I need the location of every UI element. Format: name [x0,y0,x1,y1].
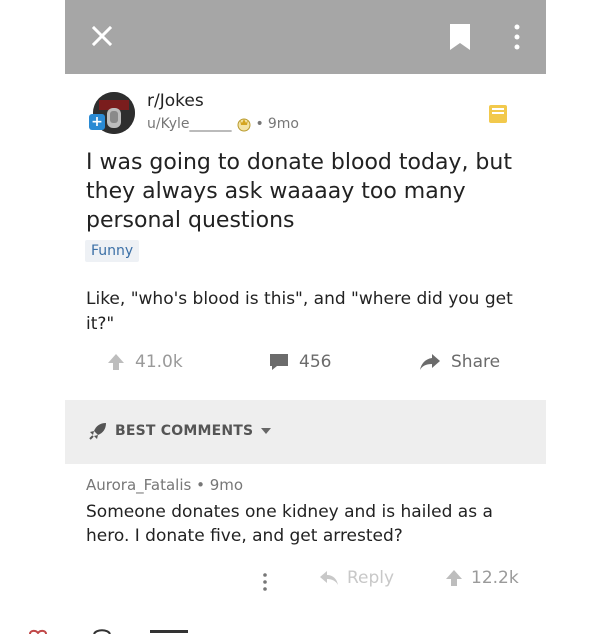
rocket-icon [89,423,106,440]
meta-dot: • [255,116,264,132]
share-button[interactable]: Share [419,352,500,372]
comment-author[interactable]: Aurora_Fatalis [86,476,191,494]
reply-button[interactable]: Reply [319,568,394,588]
reply-icon [320,571,338,585]
comments-button[interactable]: 456 [269,352,331,372]
comment-more-icon[interactable] [262,572,268,592]
close-icon[interactable] [91,25,113,47]
share-label: Share [451,352,501,372]
join-plus-icon[interactable]: + [89,114,105,130]
comment-sort-dropdown[interactable]: BEST COMMENTS [89,422,272,440]
subreddit-name[interactable]: r/Jokes [147,91,204,111]
upvote-count: 41.0k [135,352,183,372]
award-icon [237,118,251,132]
post-author[interactable]: u/Kyle______ [147,116,232,132]
comment-score: 12.2k [471,568,519,588]
upvote-button[interactable]: 41.0k [107,352,183,372]
comment-meta-dot: • [196,476,210,494]
comment-upvote-button[interactable]: 12.2k [445,568,519,588]
post-actions: 41.0k 456 Share [65,352,546,384]
comment-meta: Aurora_Fatalis • 9mo [86,476,243,494]
post-age: 9mo [267,116,299,132]
top-bar [65,0,546,74]
comment-count: 456 [299,352,332,372]
comment-icon [270,354,288,370]
post-flair-tag[interactable]: Funny [85,240,140,262]
bookmark-icon[interactable] [447,22,473,52]
post-meta: u/Kyle______ • 9mo [147,116,299,132]
more-icon[interactable] [511,22,523,52]
comments-sort-bar: BEST COMMENTS [65,400,546,464]
partial-nav-icons [29,629,188,634]
upvote-icon [108,354,124,370]
comment-age: 9mo [209,476,244,494]
upvote-icon [446,570,462,586]
post-title[interactable]: I was going to donate blood today, but t… [86,148,526,235]
reply-label: Reply [347,568,395,588]
post-screen: + r/Jokes u/Kyle______ • 9mo I was going… [65,0,546,634]
sort-label: BEST COMMENTS [115,423,254,439]
comment-body: Someone donates one kidney and is hailed… [86,502,493,546]
chevron-down-icon [261,428,272,434]
save-icon[interactable] [488,104,508,124]
share-icon [420,354,440,370]
comment-actions: Reply 12.2k [65,568,546,598]
post-body: Like, "who's blood is this", and "where … [86,289,513,334]
